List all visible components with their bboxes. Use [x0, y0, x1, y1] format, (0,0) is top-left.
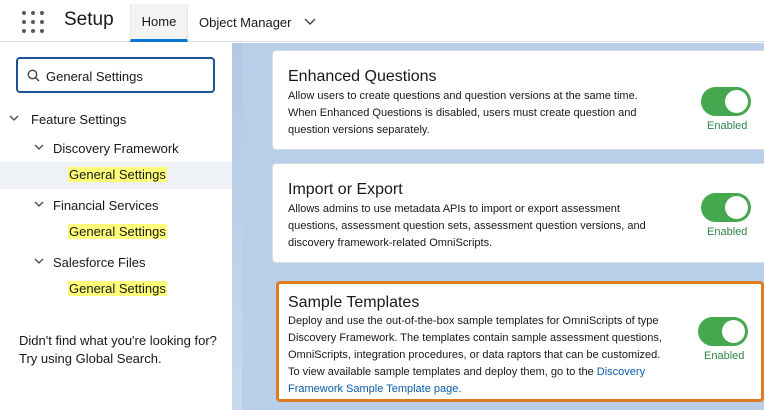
tree-df-general-settings[interactable]: General Settings — [0, 162, 232, 189]
status-label: Enabled — [707, 120, 748, 132]
quick-find-box[interactable] — [16, 57, 215, 93]
sidebar-divider[interactable] — [232, 43, 242, 410]
sample-template-link-cont[interactable]: Framework Sample Template page. — [288, 383, 461, 395]
card-title: Sample Templates — [288, 294, 420, 311]
chevron-down-icon — [34, 201, 44, 207]
card-title: Enhanced Questions — [288, 68, 437, 85]
chevron-down-icon — [9, 115, 19, 121]
chevron-down-icon[interactable] — [304, 18, 316, 26]
toggle-knob — [725, 90, 748, 113]
setup-sidebar: Feature Settings Discovery Framework Gen… — [0, 43, 232, 410]
quick-find-input[interactable] — [46, 66, 206, 86]
card-description: Allows admins to use metadata APIs to im… — [288, 201, 683, 252]
tab-object-manager-label: Object Manager — [199, 15, 292, 30]
status-label: Enabled — [707, 226, 748, 238]
tree-feature-settings-label: Feature Settings — [31, 112, 127, 127]
global-header: Setup Home Object Manager — [0, 0, 764, 42]
tree-sf-general-settings[interactable]: General Settings — [0, 276, 232, 303]
chevron-down-icon — [34, 258, 44, 264]
tree-fs-general-settings-label: General Settings — [68, 224, 167, 239]
card-desc-line: Discovery Framework. The templates conta… — [288, 332, 662, 344]
tree-sf-general-settings-label: General Settings — [68, 281, 167, 296]
toggle-knob — [722, 320, 745, 343]
tree-salesforce-files-label: Salesforce Files — [53, 255, 146, 270]
card-desc-line: OmniScripts, integration procedures, or … — [288, 349, 661, 361]
card-desc-text: To view available sample templates and d… — [288, 366, 594, 378]
card-desc-line: Allow users to create questions and ques… — [288, 90, 638, 102]
card-desc-line: Framework Sample Template page. — [288, 381, 683, 398]
toggle-knob — [725, 196, 748, 219]
card-desc-line: question versions separately. — [288, 124, 430, 136]
tree-feature-settings[interactable]: Feature Settings — [0, 111, 232, 131]
main-content: Enhanced Questions Allow users to create… — [242, 43, 764, 410]
tree-df-general-settings-label: General Settings — [68, 167, 167, 182]
tree-salesforce-files[interactable]: Salesforce Files — [0, 254, 232, 274]
tab-home[interactable]: Home — [130, 4, 188, 42]
card-description: Deploy and use the out-of-the-box sample… — [288, 313, 683, 398]
tree-fs-general-settings[interactable]: General Settings — [0, 219, 232, 246]
card-desc-line: questions, assessment question sets, ass… — [288, 220, 646, 232]
card-desc-line: Allows admins to use metadata APIs to im… — [288, 203, 620, 215]
card-description: Allow users to create questions and ques… — [288, 88, 683, 139]
status-label: Enabled — [704, 350, 745, 362]
card-desc-line: discovery framework-related OmniScripts. — [288, 237, 493, 249]
chevron-down-icon — [34, 144, 44, 150]
setting-card-import-export: Import or Export Allows admins to use me… — [272, 163, 764, 263]
tree-discovery-framework-label: Discovery Framework — [53, 141, 179, 156]
setting-card-enhanced-questions: Enhanced Questions Allow users to create… — [272, 50, 764, 150]
tree-financial-services-label: Financial Services — [53, 198, 159, 213]
tab-object-manager[interactable]: Object Manager — [197, 4, 327, 42]
tab-home-label: Home — [141, 14, 177, 29]
help-text: Didn't find what you're looking for? Try… — [19, 332, 229, 368]
card-desc-line: When Enhanced Questions is disabled, use… — [288, 107, 637, 119]
tree-financial-services[interactable]: Financial Services — [0, 197, 232, 217]
card-desc-line: Deploy and use the out-of-the-box sample… — [288, 315, 659, 327]
sample-templates-toggle[interactable] — [698, 317, 748, 346]
help-text-line2: Try using Global Search. — [19, 351, 162, 366]
app-launcher-icon[interactable] — [22, 11, 44, 33]
import-export-toggle[interactable] — [701, 193, 751, 222]
enhanced-questions-toggle[interactable] — [701, 87, 751, 116]
card-title: Import or Export — [288, 181, 403, 198]
card-desc-line: To view available sample templates and d… — [288, 364, 683, 381]
tree-discovery-framework[interactable]: Discovery Framework — [0, 140, 232, 160]
setting-card-sample-templates: Sample Templates Deploy and use the out-… — [276, 281, 764, 402]
app-name: Setup — [64, 9, 114, 30]
search-icon — [27, 69, 40, 82]
sample-template-link[interactable]: Discovery — [597, 366, 645, 378]
help-text-line1: Didn't find what you're looking for? — [19, 333, 217, 348]
